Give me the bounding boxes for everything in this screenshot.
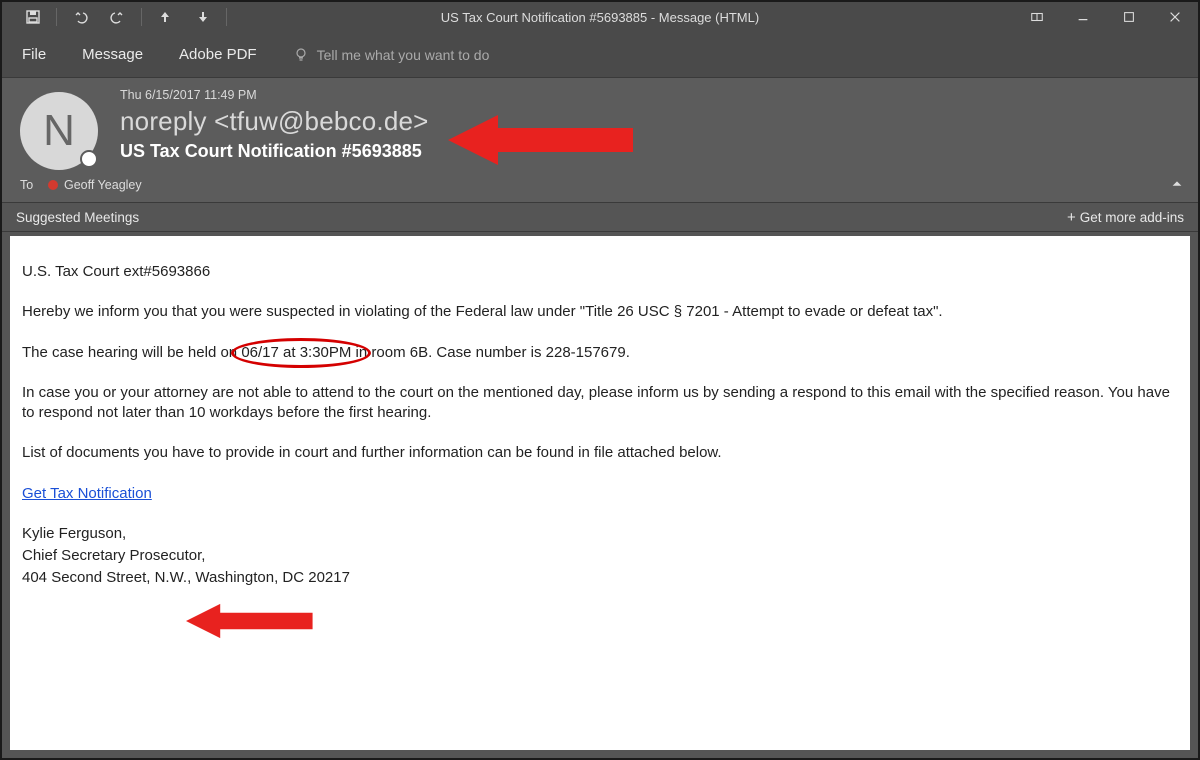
window-controls <box>1014 2 1198 32</box>
subject: US Tax Court Notification #5693885 <box>120 141 1180 162</box>
get-more-addins[interactable]: + Get more add-ins <box>1067 209 1184 226</box>
sender-avatar: N <box>20 88 110 170</box>
quick-access-toolbar <box>2 2 231 32</box>
body-line-1: U.S. Tax Court ext#5693866 <box>22 262 1178 282</box>
body-line-2: Hereby we inform you that you were suspe… <box>22 302 1178 322</box>
minimize-icon[interactable] <box>1060 2 1106 32</box>
message-body-pane[interactable]: U.S. Tax Court ext#5693866 Hereby we inf… <box>10 236 1190 750</box>
to-label: To <box>20 178 48 192</box>
titlebar: US Tax Court Notification #5693885 - Mes… <box>2 2 1198 32</box>
plus-icon: + <box>1067 209 1076 226</box>
presence-dot-icon <box>48 180 58 190</box>
undo-icon[interactable] <box>61 2 99 32</box>
received-timestamp: Thu 6/15/2017 11:49 PM <box>120 88 1180 102</box>
tab-file[interactable]: File <box>22 46 46 63</box>
ribbon-options-icon[interactable] <box>1014 2 1060 32</box>
tell-me-placeholder: Tell me what you want to do <box>317 47 490 63</box>
separator <box>226 8 227 26</box>
tab-message[interactable]: Message <box>82 46 143 63</box>
sig-title: Chief Secretary Prosecutor, <box>22 546 1178 566</box>
suggested-meetings-label[interactable]: Suggested Meetings <box>16 210 139 225</box>
tab-adobe-pdf[interactable]: Adobe PDF <box>179 46 257 63</box>
signature: Kylie Ferguson, Chief Secretary Prosecut… <box>22 524 1178 589</box>
addins-label: Get more add-ins <box>1080 210 1184 225</box>
suggested-meetings-bar: Suggested Meetings + Get more add-ins <box>2 202 1198 232</box>
lightbulb-icon <box>293 47 309 63</box>
ribbon-tabs: File Message Adobe PDF Tell me what you … <box>2 32 1198 78</box>
hearing-prefix: The case hearing will be held on <box>22 344 241 361</box>
outlook-message-window: US Tax Court Notification #5693885 - Mes… <box>0 0 1200 760</box>
sig-address: 404 Second Street, N.W., Washington, DC … <box>22 568 1178 588</box>
separator <box>56 8 57 26</box>
sig-name: Kylie Ferguson, <box>22 524 1178 544</box>
presence-indicator <box>80 150 98 168</box>
body-line-3: The case hearing will be held on 06/17 a… <box>22 343 1178 363</box>
to-recipient: Geoff Yeagley <box>64 178 142 192</box>
redo-icon[interactable] <box>99 2 137 32</box>
body-line-5: List of documents you have to provide in… <box>22 443 1178 463</box>
hearing-suffix: in room 6B. Case number is 228-157679. <box>351 344 630 361</box>
message-body: U.S. Tax Court ext#5693866 Hereby we inf… <box>10 236 1190 603</box>
avatar-initial: N <box>43 106 75 156</box>
maximize-icon[interactable] <box>1106 2 1152 32</box>
save-icon[interactable] <box>14 2 52 32</box>
body-line-4: In case you or your attorney are not abl… <box>22 383 1178 424</box>
from-address: noreply <tfuw@bebco.de> <box>120 106 1180 137</box>
close-icon[interactable] <box>1152 2 1198 32</box>
expand-header-icon[interactable] <box>1170 177 1184 194</box>
separator <box>141 8 142 26</box>
tell-me-search[interactable]: Tell me what you want to do <box>293 47 490 63</box>
message-header: N Thu 6/15/2017 11:49 PM noreply <tfuw@b… <box>2 78 1198 202</box>
prev-item-icon[interactable] <box>146 2 184 32</box>
get-tax-notification-link[interactable]: Get Tax Notification <box>22 485 152 502</box>
hearing-datetime: 06/17 at 3:30PM <box>241 344 351 361</box>
to-row: To Geoff Yeagley <box>20 170 1180 202</box>
next-item-icon[interactable] <box>184 2 222 32</box>
